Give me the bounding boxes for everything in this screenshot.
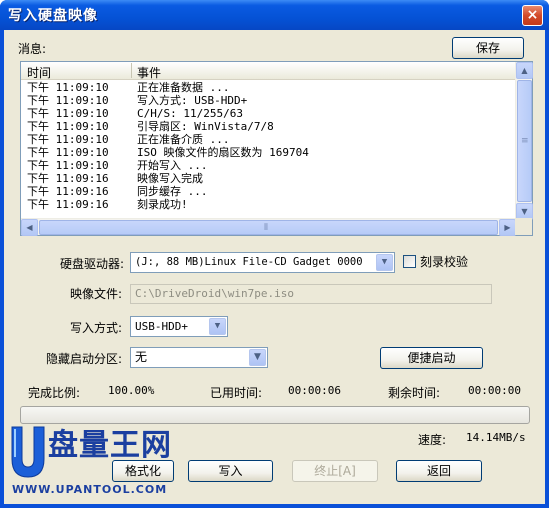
quick-boot-button[interactable]: 便捷启动 — [380, 347, 483, 369]
image-file-field[interactable]: C:\DriveDroid\win7pe.iso — [130, 284, 492, 304]
log-time: 下午 11:09:16 — [27, 198, 109, 211]
message-log[interactable]: 时间 事件 下午 11:09:10 正在准备数据 ... 下午 11:09:10 写入… — [20, 61, 533, 236]
return-button[interactable]: 返回 — [396, 460, 482, 482]
close-button[interactable]: × — [522, 5, 543, 26]
chevron-down-icon[interactable]: ▼ — [209, 318, 226, 335]
log-time: 下午 11:09:10 — [27, 94, 109, 107]
list-item[interactable]: 下午 11:09:10 正在准备介质 ... — [21, 133, 516, 146]
complete-ratio-value: 100.00% — [108, 384, 155, 397]
list-item[interactable]: 下午 11:09:10 写入方式: USB-HDD+ — [21, 94, 516, 107]
watermark-brand: 盘量王网 — [48, 428, 172, 463]
log-event: 刻录成功! — [137, 198, 188, 211]
column-header-event[interactable]: 事件 — [137, 64, 161, 81]
log-time: 下午 11:09:16 — [27, 185, 109, 198]
list-item[interactable]: 下午 11:09:10 引导扇区: WinVista/7/8 — [21, 120, 516, 133]
list-item[interactable]: 下午 11:09:16 映像写入完成 — [21, 172, 516, 185]
vertical-scroll-thumb[interactable]: ≡ — [517, 80, 532, 202]
upantool-logo-icon — [11, 426, 45, 478]
write-method-value: USB-HDD+ — [135, 320, 188, 333]
horizontal-scrollbar[interactable]: ◀ ⦀ ▶ — [21, 218, 516, 236]
log-time: 下午 11:09:10 — [27, 81, 109, 94]
watermark-url: WWW.UPANTOOL.COM — [12, 483, 168, 496]
write-method-select[interactable]: USB-HDD+ ▼ — [130, 316, 228, 337]
list-item[interactable]: 下午 11:09:16 同步缓存 ... — [21, 185, 516, 198]
log-time: 下午 11:09:10 — [27, 107, 109, 120]
scroll-left-icon[interactable]: ◀ — [21, 219, 38, 236]
save-button[interactable]: 保存 — [452, 37, 524, 59]
log-time: 下午 11:09:10 — [27, 159, 109, 172]
speed-value: 14.14MB/s — [466, 431, 526, 444]
list-item[interactable]: 下午 11:09:10 ISO 映像文件的扇区数为 169704 — [21, 146, 516, 159]
chevron-down-icon[interactable]: ▼ — [249, 349, 266, 366]
write-button[interactable]: 写入 — [188, 460, 273, 482]
messages-label: 消息: — [18, 42, 47, 56]
hidden-partition-value: 无 — [135, 350, 148, 364]
list-item[interactable]: 下午 11:09:10 正在准备数据 ... — [21, 81, 516, 94]
grip-icon: ≡ — [521, 136, 529, 146]
scrollbar-corner — [515, 218, 532, 235]
message-list-header: 时间 事件 — [21, 62, 516, 80]
remaining-time-value: 00:00:00 — [468, 384, 521, 397]
title-bar[interactable]: 写入硬盘映像 × — [0, 0, 549, 30]
write-disk-image-window: 写入硬盘映像 × 消息: 保存 时间 事件 下午 11:09:10 正在准备数据 … — [0, 0, 549, 508]
write-method-label: 写入方式: — [70, 321, 123, 335]
list-item[interactable]: 下午 11:09:16 刻录成功! — [21, 198, 516, 211]
window-title: 写入硬盘映像 — [8, 8, 98, 24]
drive-label: 硬盘驱动器: — [60, 257, 125, 271]
elapsed-time-label: 已用时间: — [210, 386, 263, 400]
log-event: 开始写入 ... — [137, 159, 208, 172]
log-event: C/H/S: 11/255/63 — [137, 107, 243, 120]
log-event: 引导扇区: WinVista/7/8 — [137, 120, 274, 133]
log-event: 正在准备数据 ... — [137, 81, 230, 94]
column-divider[interactable] — [131, 63, 132, 78]
scroll-up-icon[interactable]: ▲ — [516, 62, 533, 79]
complete-ratio-label: 完成比例: — [28, 386, 81, 400]
list-item[interactable]: 下午 11:09:10 C/H/S: 11/255/63 — [21, 107, 516, 120]
hidden-partition-label: 隐藏启动分区: — [46, 352, 123, 366]
speed-label: 速度: — [418, 433, 447, 447]
message-list[interactable]: 时间 事件 下午 11:09:10 正在准备数据 ... 下午 11:09:10 写入… — [21, 62, 516, 220]
log-event: 正在准备介质 ... — [137, 133, 230, 146]
log-time: 下午 11:09:10 — [27, 146, 109, 159]
elapsed-time-value: 00:00:06 — [288, 384, 341, 397]
image-file-label: 映像文件: — [70, 287, 123, 301]
log-time: 下午 11:09:16 — [27, 172, 109, 185]
drive-select[interactable]: (J:, 88 MB)Linux File-CD Gadget 0000 ▼ — [130, 252, 395, 273]
list-item[interactable]: 下午 11:09:10 开始写入 ... — [21, 159, 516, 172]
chevron-down-icon[interactable]: ▼ — [376, 254, 393, 271]
verify-label[interactable]: 刻录校验 — [420, 253, 468, 270]
drive-select-value: (J:, 88 MB)Linux File-CD Gadget 0000 — [135, 256, 363, 268]
log-time: 下午 11:09:10 — [27, 120, 109, 133]
hidden-partition-select[interactable]: 无 ▼ — [130, 347, 268, 368]
abort-button[interactable]: 终止[A] — [292, 460, 378, 482]
log-event: ISO 映像文件的扇区数为 169704 — [137, 146, 309, 159]
remaining-time-label: 剩余时间: — [388, 386, 441, 400]
log-event: 同步缓存 ... — [137, 185, 208, 198]
log-event: 映像写入完成 — [137, 172, 203, 185]
horizontal-scroll-thumb[interactable]: ⦀ — [39, 220, 498, 235]
log-time: 下午 11:09:10 — [27, 133, 109, 146]
vertical-scrollbar[interactable]: ▲ ≡ ▼ — [515, 62, 533, 220]
scroll-right-icon[interactable]: ▶ — [499, 219, 516, 236]
column-header-time[interactable]: 时间 — [27, 64, 51, 81]
grip-icon: ⦀ — [264, 223, 268, 233]
log-event: 写入方式: USB-HDD+ — [137, 94, 248, 107]
verify-checkbox[interactable] — [403, 255, 416, 268]
